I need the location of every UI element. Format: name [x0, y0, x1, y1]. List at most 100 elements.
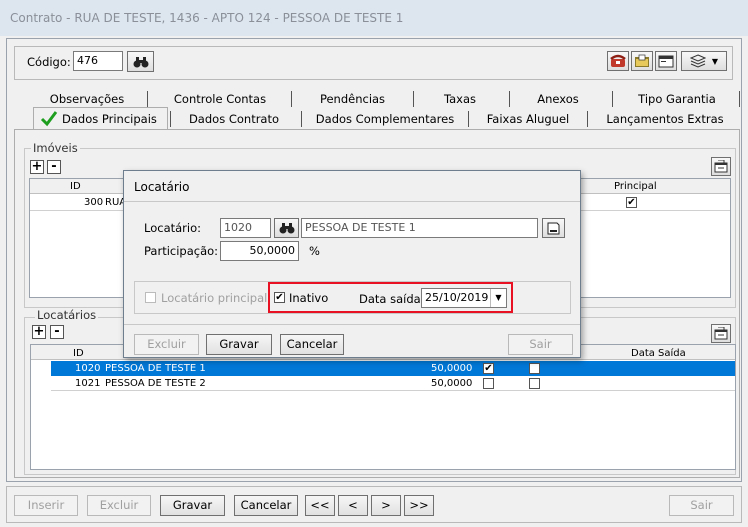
locatario-id-input[interactable]: 1020	[220, 218, 271, 238]
imovel-id: 300	[84, 197, 104, 208]
layers-dropdown[interactable]: ▼	[681, 51, 727, 71]
tab-dados-principais[interactable]: Dados Principais	[33, 107, 168, 129]
table-row[interactable]: 1021 PESSOA DE TESTE 2 50,0000	[51, 376, 735, 391]
folder-icon	[635, 54, 649, 67]
tab-separator	[170, 111, 171, 127]
window-button[interactable]	[655, 51, 677, 71]
phone-icon	[610, 54, 626, 67]
chevron-down-icon[interactable]: ▼	[490, 289, 506, 307]
participacao-label: Participação:	[144, 244, 219, 258]
tab-taxas[interactable]: Taxas	[420, 90, 500, 108]
locatarios-title: Locatários	[35, 308, 99, 322]
tab-controle-contas[interactable]: Controle Contas	[155, 90, 285, 108]
tab-separator	[291, 91, 292, 107]
tab-separator	[739, 91, 740, 107]
dialog-title: Locatário	[134, 180, 190, 194]
locatario-detail-button[interactable]	[542, 218, 565, 238]
tab-separator	[612, 91, 613, 107]
excluir-button[interactable]: Excluir	[87, 495, 151, 516]
search-button[interactable]	[127, 51, 154, 72]
cancelar-button[interactable]: Cancelar	[234, 495, 298, 516]
locatarios-grid: ID Data Saída 1020 PESSOA DE TESTE 1 50,…	[30, 344, 736, 470]
add-locatario-button[interactable]: +	[32, 325, 46, 339]
inativo-checkbox[interactable]: ✔	[274, 292, 285, 303]
folder-button[interactable]	[631, 51, 653, 71]
add-imovel-button[interactable]: +	[30, 160, 44, 174]
locatarios-col-data-saida: Data Saída	[631, 348, 686, 359]
grid-export-icon	[714, 327, 728, 340]
tab-tipo-garantia[interactable]: Tipo Garantia	[622, 90, 732, 108]
first-record-button[interactable]: <<	[305, 495, 335, 516]
participacao-input[interactable]: 50,0000	[220, 241, 299, 261]
locatario-name-input[interactable]: PESSOA DE TESTE 1	[301, 218, 538, 238]
checkmark-icon	[40, 111, 58, 127]
binoculars-icon	[133, 56, 148, 67]
document-icon	[547, 222, 560, 234]
imoveis-title: Imóveis	[31, 141, 80, 155]
tab-pendencias[interactable]: Pendências	[300, 90, 405, 108]
tab-separator	[301, 111, 302, 127]
locatario-search-button[interactable]	[274, 218, 299, 238]
dialog-excluir-button[interactable]: Excluir	[134, 334, 199, 355]
tab-separator	[509, 91, 510, 107]
locatario-label: Locatário:	[144, 221, 202, 235]
locatario-checkbox-1[interactable]: ✔	[483, 363, 494, 374]
tab-separator	[413, 91, 414, 107]
inativo-label: Inativo	[289, 291, 329, 305]
sair-button[interactable]: Sair	[669, 495, 734, 516]
locatarios-col-id: ID	[73, 348, 84, 359]
imoveis-col-id: ID	[70, 181, 81, 192]
tab-lancamentos-extras[interactable]: Lançamentos Extras	[595, 110, 735, 128]
imovel-principal-checkbox[interactable]: ✔	[626, 197, 637, 208]
export-locatarios-button[interactable]	[711, 324, 731, 343]
tab-faixas-aluguel[interactable]: Faixas Aluguel	[478, 110, 578, 128]
phone-button[interactable]	[607, 51, 629, 71]
prev-record-button[interactable]: <	[338, 495, 368, 516]
divider	[124, 324, 580, 325]
tab-dados-contrato[interactable]: Dados Contrato	[178, 110, 290, 128]
next-record-button[interactable]: >	[371, 495, 401, 516]
window-title: Contrato - RUA DE TESTE, 1436 - APTO 124…	[0, 0, 748, 36]
codigo-label: Código:	[27, 55, 71, 69]
locatario-checkbox-1[interactable]	[483, 378, 494, 389]
tab-anexos[interactable]: Anexos	[518, 90, 598, 108]
locatario-id: 1020	[75, 363, 101, 374]
tab-separator	[587, 111, 588, 127]
last-record-button[interactable]: >>	[404, 495, 434, 516]
tab-observacoes[interactable]: Observações	[32, 90, 142, 108]
tab-dados-complementares[interactable]: Dados Complementares	[310, 110, 460, 128]
tab-dados-principais-label: Dados Principais	[62, 112, 157, 126]
locatario-checkbox-2[interactable]	[529, 363, 540, 374]
codigo-input[interactable]: 476	[73, 51, 123, 71]
locatario-checkbox-2[interactable]	[529, 378, 540, 389]
tab-separator	[468, 111, 469, 127]
locatario-participacao: 50,0000	[431, 363, 473, 374]
data-saida-label: Data saída:	[359, 292, 425, 306]
remove-imovel-button[interactable]: -	[47, 160, 61, 174]
grid-export-icon	[714, 160, 728, 173]
locatario-participacao: 50,0000	[431, 378, 473, 389]
locatario-name: PESSOA DE TESTE 1	[105, 363, 206, 374]
locatario-name: PESSOA DE TESTE 2	[105, 378, 206, 389]
imoveis-col-principal: Principal	[614, 181, 657, 192]
remove-locatario-button[interactable]: -	[50, 325, 64, 339]
layers-icon	[689, 54, 706, 68]
locatario-principal-checkbox[interactable]	[145, 292, 156, 303]
table-row[interactable]: 1020 PESSOA DE TESTE 1 50,0000 ✔	[51, 361, 735, 376]
inserir-button[interactable]: Inserir	[14, 495, 78, 516]
tab-separator	[147, 91, 148, 107]
locatario-dialog: Locatário Locatário: 1020 PESSOA DE TEST…	[123, 170, 581, 358]
percent-label: %	[309, 244, 320, 258]
data-saida-value: 25/10/2019	[425, 291, 489, 304]
chevron-down-icon: ▼	[711, 56, 719, 66]
dialog-sair-button[interactable]: Sair	[508, 334, 573, 355]
locatario-id: 1021	[75, 378, 101, 389]
gravar-button[interactable]: Gravar	[160, 495, 225, 516]
data-saida-picker[interactable]: 25/10/2019 ▼	[421, 288, 507, 308]
dialog-gravar-button[interactable]: Gravar	[206, 334, 272, 355]
dialog-cancelar-button[interactable]: Cancelar	[280, 334, 344, 355]
binoculars-icon	[279, 223, 294, 234]
export-imoveis-button[interactable]	[711, 157, 731, 176]
window-icon	[658, 55, 674, 67]
locatario-principal-label: Locatário principal	[161, 291, 268, 305]
